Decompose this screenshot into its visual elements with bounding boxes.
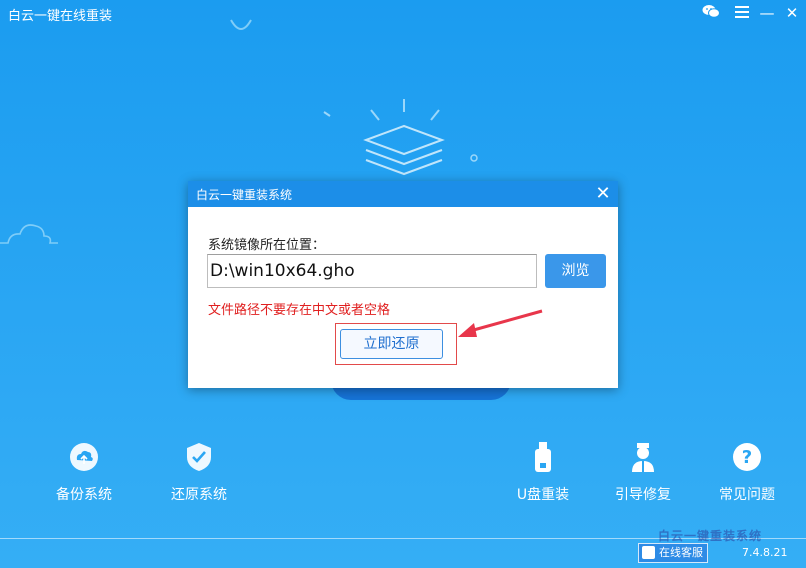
watermark: 白云一键重装系统 (658, 529, 763, 543)
restore-now-button[interactable]: 立即还原 (340, 329, 443, 359)
decor-stack-icon (323, 99, 478, 176)
reinstall-dialog: 白云一键重装系统 ✕ 系统镜像所在位置： 浏览 文件路径不要存在中文或者空格 立… (188, 181, 618, 388)
app-window: 白云一键在线重装 — ✕ 备份系统 还原系统 U盘重装 引导修复 ? 常见问题 … (0, 0, 806, 568)
browse-button[interactable]: 浏览 (545, 254, 606, 288)
minimize-button[interactable]: — (756, 3, 778, 23)
feature-backup[interactable]: 备份系统 (39, 440, 129, 504)
dialog-header: 白云一键重装系统 ✕ (188, 181, 618, 207)
feature-restore[interactable]: 还原系统 (154, 440, 244, 504)
version-text: 7.4.8.21 (742, 546, 788, 559)
online-support-button[interactable]: 在线客服 (638, 543, 708, 563)
dialog-title: 白云一键重装系统 (196, 188, 293, 202)
close-button[interactable]: ✕ (781, 3, 803, 23)
feature-backup-label: 备份系统 (56, 487, 112, 503)
usb-drive-icon (535, 442, 551, 472)
feature-faq[interactable]: ? 常见问题 (702, 440, 792, 504)
image-path-input[interactable] (207, 254, 537, 288)
feature-boot-repair[interactable]: 引导修复 (598, 440, 688, 504)
feature-usb-reinstall[interactable]: U盘重装 (498, 440, 588, 504)
technician-icon (632, 443, 654, 472)
feature-faq-label: 常见问题 (719, 487, 775, 503)
app-title: 白云一键在线重装 (8, 9, 113, 24)
menu-icon[interactable] (731, 3, 753, 23)
wechat-icon[interactable] (700, 3, 722, 23)
decor-cloud-icon (0, 224, 58, 244)
svg-text:?: ? (742, 447, 752, 468)
dialog-close-button[interactable]: ✕ (592, 183, 614, 205)
feature-boot-repair-label: 引导修复 (615, 487, 671, 503)
support-person-icon (642, 546, 655, 559)
online-support-label: 在线客服 (659, 546, 703, 559)
cloud-upload-icon (70, 443, 98, 471)
decor-arc-icon (230, 19, 252, 30)
feature-usb-label: U盘重装 (516, 487, 570, 503)
path-warning: 文件路径不要存在中文或者空格 (208, 303, 391, 318)
shield-check-icon (187, 443, 211, 471)
image-location-label: 系统镜像所在位置： (208, 238, 326, 253)
question-icon: ? (733, 443, 761, 471)
annotation-arrow-icon (458, 309, 543, 337)
feature-restore-label: 还原系统 (171, 487, 227, 503)
